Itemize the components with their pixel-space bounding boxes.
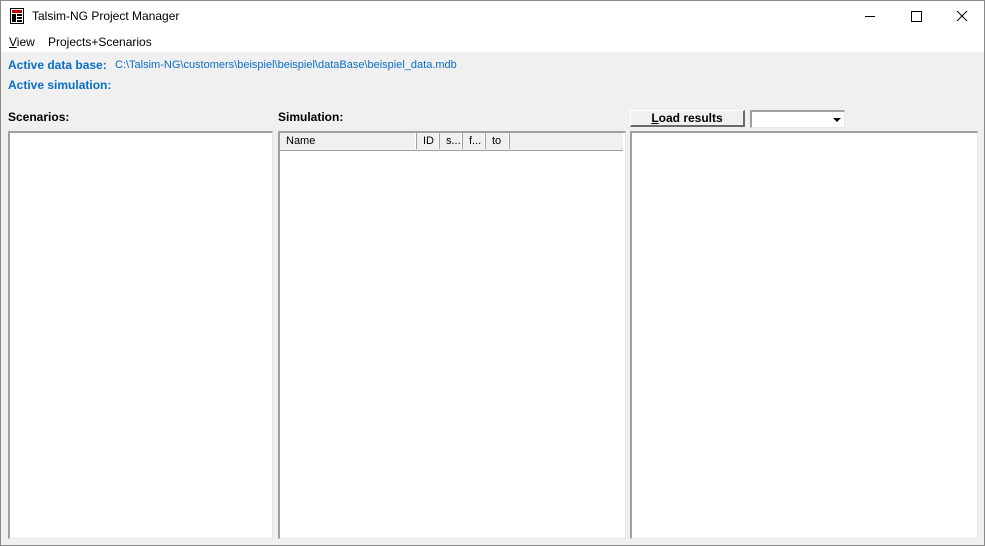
minimize-button[interactable] [847, 1, 893, 32]
scenarios-tree[interactable] [8, 131, 273, 539]
maximize-button[interactable] [893, 1, 939, 32]
column-header-id[interactable]: ID [417, 133, 440, 149]
column-header-to[interactable]: to [486, 133, 510, 149]
simulation-list-header: Name ID s... f... to [280, 133, 623, 151]
simulation-label: Simulation: [278, 110, 344, 124]
results-dropdown[interactable] [750, 110, 845, 128]
active-db-label: Active data base: [8, 58, 107, 72]
menu-view[interactable]: View [9, 35, 35, 49]
chevron-down-icon[interactable] [833, 117, 841, 123]
load-results-label: oad results [658, 111, 723, 125]
app-icon [10, 8, 24, 24]
active-db-value: C:\Talsim-NG\customers\beispiel\beispiel… [115, 59, 457, 71]
results-panel[interactable] [630, 131, 978, 539]
app-window: Talsim-NG Project Manager View Projects+… [0, 0, 985, 546]
scenarios-label: Scenarios: [8, 110, 70, 124]
minimize-icon [865, 16, 875, 17]
menu-projects-scenarios[interactable]: Projects+Scenarios [48, 35, 152, 49]
column-header-name[interactable]: Name [280, 133, 417, 149]
menu-bar: View Projects+Scenarios [1, 32, 984, 52]
menu-view-mnemonic: V [9, 35, 17, 49]
column-header-f[interactable]: f... [463, 133, 486, 149]
simulation-list[interactable]: Name ID s... f... to [278, 131, 626, 539]
active-simulation-label: Active simulation: [8, 78, 112, 92]
menu-view-rest: iew [16, 35, 35, 49]
column-header-s[interactable]: s... [440, 133, 463, 149]
window-title: Talsim-NG Project Manager [32, 9, 180, 23]
close-button[interactable] [939, 1, 985, 32]
maximize-icon [911, 11, 922, 22]
load-results-button[interactable]: Load results [630, 110, 745, 127]
close-icon [956, 10, 968, 22]
title-bar[interactable]: Talsim-NG Project Manager [1, 1, 984, 32]
load-results-mnemonic: L [651, 111, 659, 125]
